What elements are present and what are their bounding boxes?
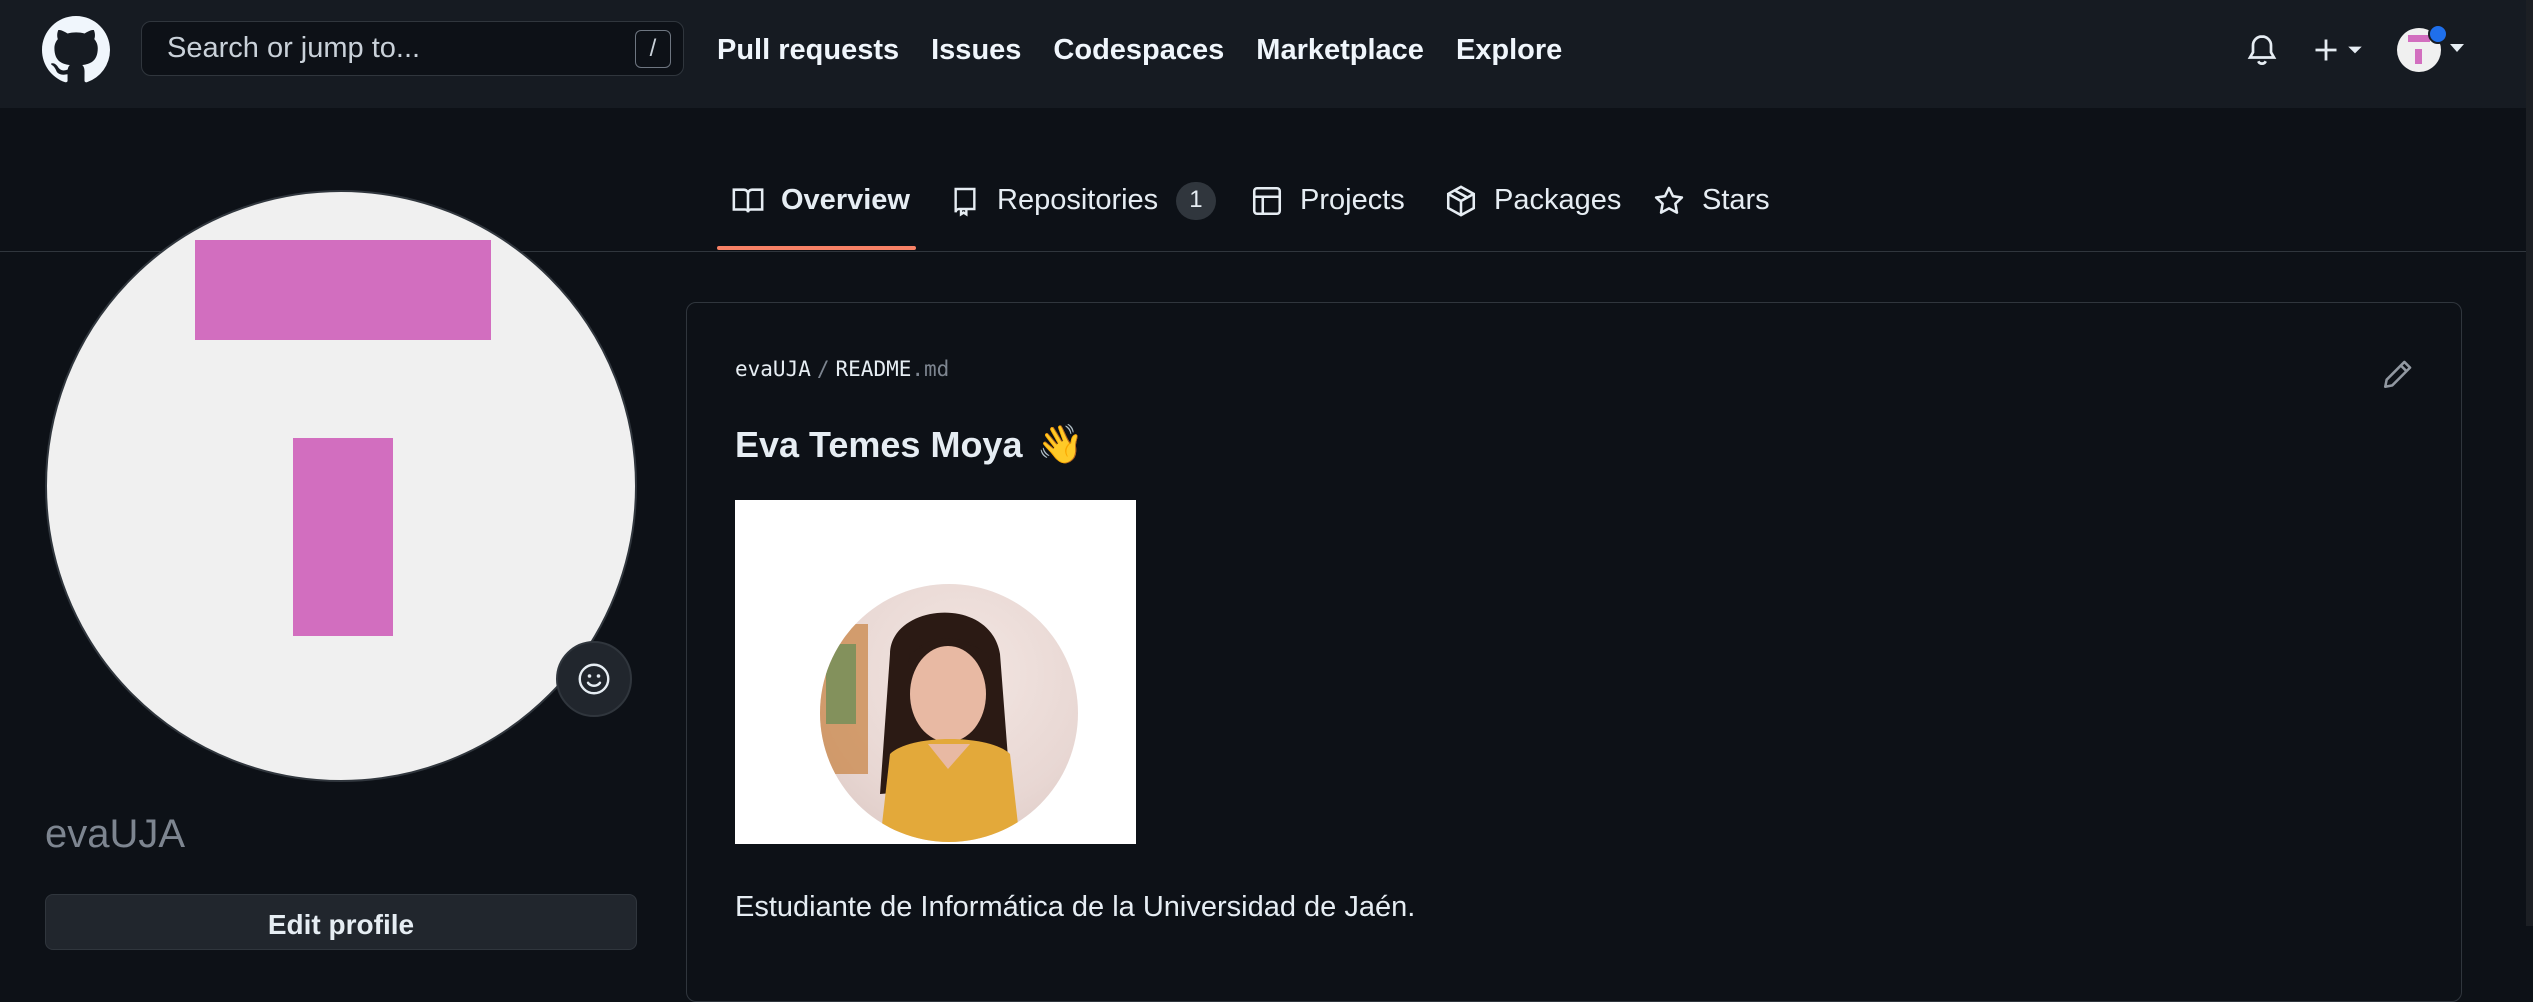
header-nav: Pull requests Issues Codespaces Marketpl…: [717, 0, 1594, 100]
global-header: Search or jump to... / Pull requests Iss…: [0, 0, 2533, 108]
profile-photo-image: [735, 500, 1136, 844]
edit-profile-button[interactable]: Edit profile: [45, 894, 637, 950]
readme-path-file[interactable]: README: [836, 357, 912, 381]
tab-projects[interactable]: Projects: [1250, 170, 1405, 252]
tab-selected-underline: [717, 246, 916, 250]
avatar-caret-icon[interactable]: [2450, 44, 2464, 52]
nav-explore[interactable]: Explore: [1456, 34, 1562, 67]
tab-packages-label: Packages: [1494, 184, 1622, 216]
tab-repositories[interactable]: Repositories 1: [949, 170, 1216, 252]
nav-marketplace[interactable]: Marketplace: [1256, 34, 1424, 67]
nav-pull-requests[interactable]: Pull requests: [717, 34, 899, 67]
waving-hand-emoji: 👋: [1036, 424, 1084, 466]
tab-repositories-label: Repositories: [997, 184, 1159, 216]
readme-heading-text: Eva Temes Moya: [735, 424, 1023, 465]
readme-path-ext: .md: [911, 357, 950, 381]
readme-heading: Eva Temes Moya 👋: [735, 423, 1084, 467]
readme-card: evaUJA / README.md Eva Temes Moya 👋 Estudia…: [686, 302, 2462, 1002]
readme-path-user[interactable]: evaUJA: [735, 357, 811, 381]
search-input[interactable]: Search or jump to... /: [141, 21, 684, 76]
tab-stars-label: Stars: [1702, 184, 1770, 216]
star-icon: [1654, 186, 1684, 214]
readme-path: evaUJA / README.md: [735, 357, 949, 381]
page-scrollbar[interactable]: [2526, 0, 2533, 926]
nav-codespaces[interactable]: Codespaces: [1053, 34, 1224, 67]
tab-overview-label: Overview: [781, 184, 910, 216]
package-icon: [1446, 185, 1476, 217]
bell-icon[interactable]: [2244, 30, 2280, 70]
notification-dot: [2428, 24, 2448, 44]
profile-username: evaUJA: [45, 812, 186, 856]
search-shortcut-key: /: [635, 30, 671, 68]
set-status-button[interactable]: [556, 641, 632, 717]
avatar-identicon-large: [195, 240, 491, 636]
tab-stars[interactable]: Stars: [1652, 170, 1770, 252]
readme-description: Estudiante de Informática de la Universi…: [735, 891, 1416, 923]
table-icon: [1252, 186, 1282, 216]
smiley-icon: [578, 663, 610, 695]
repositories-count-badge: 1: [1176, 182, 1216, 220]
tab-packages[interactable]: Packages: [1444, 170, 1621, 252]
search-placeholder: Search or jump to...: [167, 32, 421, 64]
caret-down-icon: [2348, 46, 2362, 54]
create-new-button[interactable]: [2312, 30, 2372, 70]
nav-issues[interactable]: Issues: [931, 34, 1021, 67]
book-icon: [732, 188, 764, 213]
profile-photo-portrait: [820, 584, 1078, 842]
portrait-illustration: [820, 612, 1020, 842]
tab-projects-label: Projects: [1300, 184, 1405, 216]
plus-icon: [2315, 39, 2337, 61]
pencil-icon[interactable]: [2381, 357, 2415, 391]
github-logo-icon[interactable]: [42, 16, 110, 84]
readme-path-separator: /: [816, 357, 830, 381]
repo-icon: [954, 187, 976, 217]
profile-avatar[interactable]: [45, 190, 637, 782]
tab-overview[interactable]: Overview: [731, 170, 910, 252]
